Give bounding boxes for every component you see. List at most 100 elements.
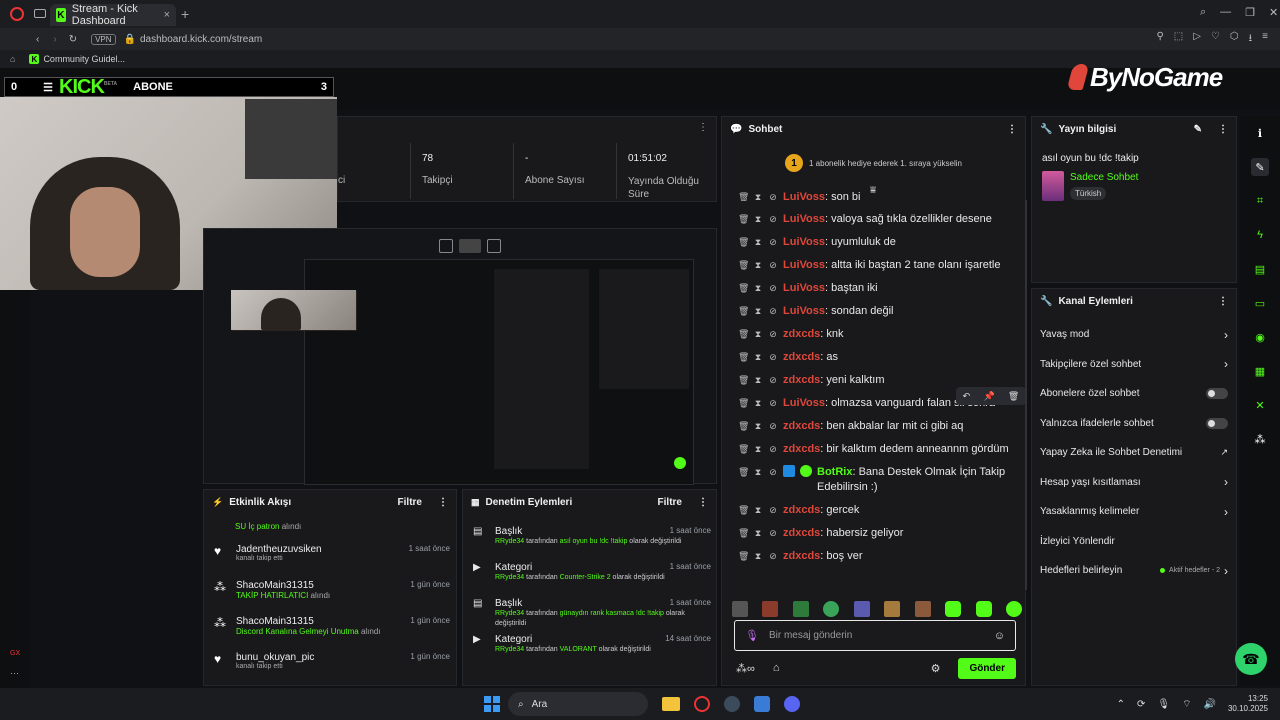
chat-ban-icon[interactable]: ⊘ — [768, 235, 778, 250]
menu-icon[interactable]: ≡ — [1262, 31, 1268, 48]
channel-action-row[interactable]: Hedefleri belirleyin Aktif hedefler - 2 › — [1032, 556, 1236, 586]
chat-trash-icon[interactable]: 🗑 — [738, 327, 749, 342]
chat-ban-icon[interactable]: ⊘ — [768, 442, 778, 457]
reload-icon[interactable]: ↻ — [69, 34, 77, 45]
apps-icon[interactable]: ⁂ — [1251, 430, 1269, 448]
tray-mic-icon[interactable]: 🎙 — [1157, 699, 1170, 710]
chat-user[interactable]: zdxcds — [783, 328, 820, 340]
reply-icon[interactable]: ↶ — [963, 391, 971, 402]
event-user[interactable]: ShacoMain31315 — [236, 580, 402, 591]
minimize-icon[interactable]: — — [1220, 6, 1231, 19]
discord-icon[interactable] — [784, 696, 800, 712]
chat-user[interactable]: LuiVoss — [783, 191, 825, 201]
chat-trash-icon[interactable]: 🗑 — [738, 235, 749, 250]
search-tabs-icon[interactable]: ⌕ — [1200, 6, 1206, 19]
chat-ban-icon[interactable]: ⊘ — [768, 190, 778, 201]
chat-ban-icon[interactable]: ⊘ — [768, 503, 778, 518]
chat-ban-icon[interactable]: ⊘ — [768, 396, 778, 411]
event-user[interactable]: bunu_okuyan_pic — [236, 652, 402, 663]
chat-timeout-icon[interactable]: ⧗ — [753, 396, 763, 411]
chat-user[interactable]: BotRix — [817, 466, 852, 478]
focus-icon[interactable]: ⌗ — [1251, 192, 1269, 210]
chat-user[interactable]: zdxcds — [783, 504, 820, 516]
tab-close-icon[interactable]: × — [164, 9, 170, 21]
chat-ban-icon[interactable]: ⊘ — [768, 465, 778, 480]
chat-input[interactable]: Bir mesaj gönderin — [769, 630, 852, 641]
play-icon[interactable]: ▷ — [1193, 31, 1201, 48]
home-icon[interactable]: ⌂ — [10, 54, 15, 64]
chat-timeout-icon[interactable]: ⧗ — [753, 281, 763, 296]
preview-layout-icon[interactable] — [487, 239, 501, 253]
download-icon[interactable]: ⭳ — [1249, 31, 1253, 48]
tray-volume-icon[interactable]: 🔊 — [1204, 699, 1216, 710]
chat-timeout-icon[interactable]: ⧗ — [753, 190, 763, 201]
close-window-icon[interactable]: ✕ — [1269, 6, 1278, 19]
broadcast-icon[interactable]: ◉ — [1251, 328, 1269, 346]
event-feed-filter[interactable]: Filtre — [398, 497, 422, 508]
chat-user[interactable]: zdxcds — [783, 443, 820, 455]
clock[interactable]: 13:25 30.10.2025 — [1228, 694, 1268, 714]
emote-5-icon[interactable] — [853, 601, 870, 617]
taskbar-search[interactable]: ⌕ Ara — [508, 692, 648, 716]
vpn-badge[interactable]: VPN — [91, 33, 116, 45]
chat-timeout-icon[interactable]: ⧗ — [753, 327, 763, 342]
chat-user[interactable]: LuiVoss — [783, 397, 825, 409]
chat-trash-icon[interactable]: 🗑 — [738, 258, 749, 273]
maximize-icon[interactable]: ❐ — [1245, 6, 1255, 19]
chat-trash-icon[interactable]: 🗑 — [738, 304, 749, 319]
moderation-menu-icon[interactable]: ⋮ — [698, 497, 708, 508]
chat-ban-icon[interactable]: ⊘ — [768, 419, 778, 434]
chat-timeout-icon[interactable]: ⧗ — [753, 465, 763, 480]
info-icon[interactable]: ℹ — [1251, 124, 1269, 142]
vscode-icon[interactable] — [754, 696, 770, 712]
chat-ban-icon[interactable]: ⊘ — [768, 350, 778, 365]
chat-timeout-icon[interactable]: ⧗ — [753, 549, 763, 564]
extensions-icon[interactable]: ⬡ — [1230, 31, 1239, 48]
rail-edit-icon[interactable]: ✎ — [1251, 158, 1269, 176]
channel-action-row[interactable]: Abonelere özel sohbet — [1032, 379, 1236, 409]
chat-trash-icon[interactable]: 🗑 — [738, 281, 749, 296]
windows-start-icon[interactable] — [484, 696, 500, 712]
chat-timeout-icon[interactable]: ⧗ — [753, 235, 763, 250]
opera-gx-taskbar-icon[interactable] — [694, 696, 710, 712]
channel-action-row[interactable]: Yapay Zeka ile Sohbet Denetimi ↗ — [1032, 438, 1236, 468]
chat-user[interactable]: LuiVoss — [783, 282, 825, 294]
emote-1-icon[interactable] — [732, 601, 748, 617]
emote-2-icon[interactable] — [762, 601, 779, 617]
chat-ban-icon[interactable]: ⊘ — [768, 373, 778, 388]
layout-icon[interactable]: ▦ — [1251, 362, 1269, 380]
channel-points-icon[interactable]: ⁂∞ — [736, 662, 755, 675]
chat-trash-icon[interactable]: 🗑 — [738, 526, 749, 541]
event-user[interactable]: Jadentheuzuvsiken — [236, 544, 401, 555]
chat-ban-icon[interactable]: ⊘ — [768, 526, 778, 541]
opera-logo-icon[interactable] — [10, 7, 24, 21]
chat-trash-icon[interactable]: 🗑 — [738, 350, 749, 365]
tab-islands-icon[interactable] — [34, 9, 46, 18]
heart-icon[interactable]: ♡ — [1211, 31, 1220, 48]
chat-user[interactable]: zdxcds — [783, 420, 820, 432]
new-tab-icon[interactable]: + — [181, 6, 189, 22]
url-field[interactable]: dashboard.kick.com/stream — [140, 34, 262, 45]
channel-action-row[interactable]: Takipçilere özel sohbet › — [1032, 350, 1236, 380]
chat-user[interactable]: LuiVoss — [783, 213, 825, 225]
chat-trash-icon[interactable]: 🗑 — [738, 503, 749, 518]
chat-menu-icon[interactable]: ⋮ — [1007, 124, 1017, 135]
event-feed-menu-icon[interactable]: ⋮ — [438, 497, 448, 508]
channel-action-row[interactable]: Yasaklanmış kelimeler › — [1032, 497, 1236, 527]
chat-user[interactable]: zdxcds — [783, 527, 820, 539]
chat-timeout-icon[interactable]: ⧗ — [753, 442, 763, 457]
bookmark-community[interactable]: Community Guidel... — [43, 54, 125, 64]
chat-rail-icon[interactable]: ▭ — [1251, 294, 1269, 312]
chat-user[interactable]: LuiVoss — [783, 305, 825, 317]
pin-message-icon[interactable]: 📌 — [983, 391, 994, 402]
channel-action-row[interactable]: Hesap yaşı kısıtlaması › — [1032, 468, 1236, 498]
chat-timeout-icon[interactable]: ⧗ — [753, 258, 763, 273]
store-icon[interactable]: ⌂ — [773, 662, 780, 674]
chat-trash-icon[interactable]: 🗑 — [738, 190, 749, 201]
emote-10-icon[interactable] — [1005, 601, 1022, 617]
edit-pencil-icon[interactable]: ✎ — [1194, 124, 1202, 135]
toggle-switch[interactable] — [1206, 417, 1228, 429]
channel-action-row[interactable]: İzleyici Yönlendir — [1032, 527, 1236, 557]
chat-ban-icon[interactable]: ⊘ — [768, 549, 778, 564]
chat-timeout-icon[interactable]: ⧗ — [753, 419, 763, 434]
